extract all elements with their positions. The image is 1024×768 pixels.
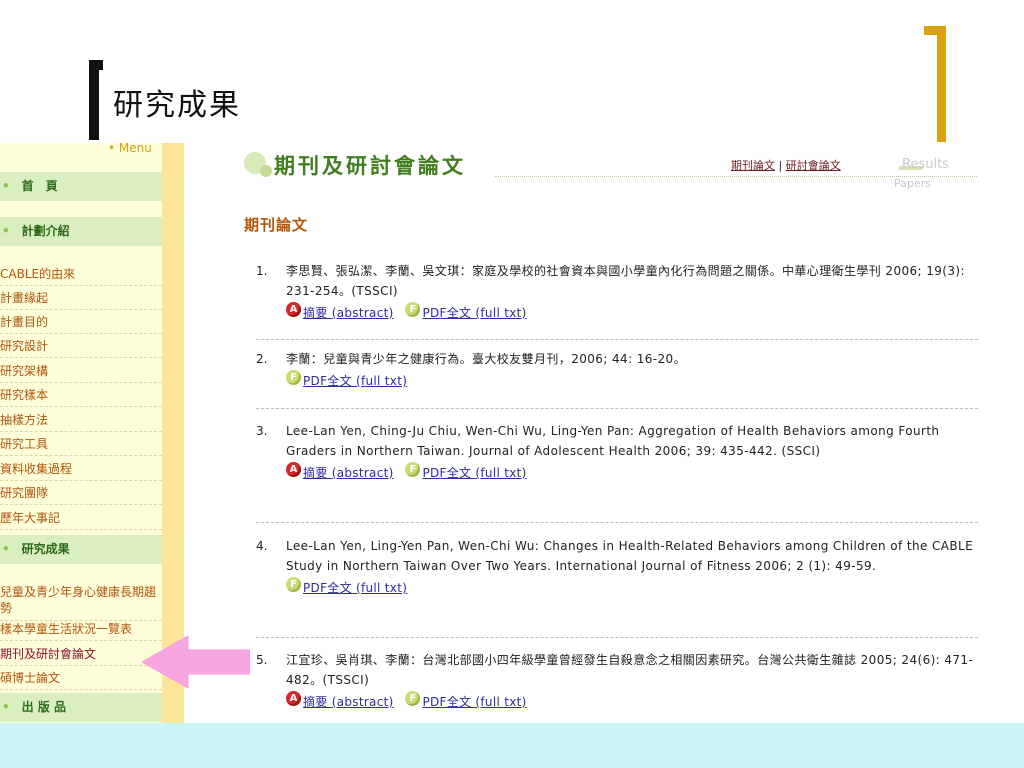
entry-citation: Lee-Lan Yen, Ching-Ju Chiu, Wen-Chi Wu, … [286,424,940,458]
entry-number: 3. [256,424,268,438]
pdf-link[interactable]: PDF全文 (full txt) [422,466,526,480]
sidebar-item-background[interactable]: 計畫緣起 [0,287,162,310]
sidebar-section-label: 計劃介紹 [21,224,70,238]
abstract-icon: A [286,462,301,477]
sidebar-section-results[interactable]: • 研究成果 [0,535,162,564]
paper-entry-4: 4. Lee-Lan Yen, Ling-Yen Pan, Wen-Chi Wu… [256,536,978,600]
paper-entry-5: 5. 江宜珍、吳肖琪、李蘭：台灣北部國小四年級學童曾經發生自殺意念之相關因素研究… [256,650,978,714]
abstract-link[interactable]: 摘要 (abstract) [303,466,394,480]
entry-number: 4. [256,539,268,553]
sidebar-section-publications[interactable]: • 出 版 品 [0,693,162,722]
entry-number: 1. [256,264,268,278]
pointer-arrow-icon [142,636,250,688]
sidebar-item-sample[interactable]: 研究樣本 [0,384,162,407]
paper-entry-3: 3. Lee-Lan Yen, Ching-Ju Chiu, Wen-Chi W… [256,421,978,485]
sidebar-section-label: 出 版 品 [21,700,67,714]
paper-entry-2: 2. 李蘭：兒童與青少年之健康行為。臺大校友雙月刊，2006; 44: 16-2… [256,349,978,393]
sidebar-item-theses[interactable]: 碩博士論文 [0,667,162,690]
entry-divider [256,408,978,409]
papers-label: Papers [894,177,931,190]
entry-number: 5. [256,653,268,667]
fulltext-icon: F [286,577,301,592]
sidebar-item-purpose[interactable]: 計畫目的 [0,311,162,334]
menu-label: • Menu [108,141,152,155]
sidebar-item-cable-origin[interactable]: CABLE的由來 [0,263,162,286]
sidebar-item-sampling[interactable]: 抽樣方法 [0,409,162,432]
sidebar-item-timeline[interactable]: 歷年大事記 [0,507,162,530]
sidebar-item-design[interactable]: 研究設計 [0,335,162,358]
bottom-band [0,723,1024,768]
sidebar-item-data-collection[interactable]: 資料收集過程 [0,458,162,481]
sidebar-item-health-trends[interactable]: 兒童及青少年身心健康長期趨勢 [0,582,162,621]
sidebar-section-home[interactable]: • 首 頁 [0,172,162,201]
results-label: Results [902,157,949,172]
entry-citation: 李思賢、張弘潔、李蘭、吳文琪：家庭及學校的社會資本與國小學童內化行為問題之關係。… [286,264,965,298]
entry-divider [256,339,978,340]
tab-journal-papers[interactable]: 期刊論文 [731,159,775,172]
title-bracket-left [89,60,103,140]
abstract-link[interactable]: 摘要 (abstract) [303,306,394,320]
fulltext-icon: F [405,302,421,317]
pdf-link[interactable]: PDF全文 (full txt) [422,695,526,709]
pdf-link[interactable]: PDF全文 (full txt) [303,581,407,595]
title-decoration-icon [260,165,272,177]
sidebar-item-tools[interactable]: 研究工具 [0,433,162,456]
sidebar-item-student-overview[interactable]: 樣本學童生活狀況一覽表 [0,618,162,641]
sidebar-section-label: 首 頁 [21,179,58,193]
bullet-icon: • [2,542,10,556]
section-heading: 期刊論文 [244,216,309,234]
paper-entry-1: 1. 李思賢、張弘潔、李蘭、吳文琪：家庭及學校的社會資本與國小學童內化行為問題之… [256,261,978,325]
entry-citation: 李蘭：兒童與青少年之健康行為。臺大校友雙月刊，2006; 44: 16-20。 [286,352,686,366]
abstract-icon: A [286,691,301,706]
fulltext-icon: F [286,370,301,385]
page-title: 期刊及研討會論文 [274,154,466,178]
bullet-icon: • [2,224,10,238]
slide-title: 研究成果 [113,88,241,123]
sidebar-item-framework[interactable]: 研究架構 [0,360,162,383]
abstract-icon: A [286,302,301,317]
entry-number: 2. [256,352,268,366]
abstract-link[interactable]: 摘要 (abstract) [303,695,394,709]
sidebar-section-label: 研究成果 [21,542,70,556]
sidebar-item-team[interactable]: 研究團隊 [0,482,162,505]
tab-links: 期刊論文 | 研討會論文 [731,157,841,173]
sidebar-section-plan[interactable]: • 計劃介紹 [0,217,162,246]
pdf-link[interactable]: PDF全文 (full txt) [422,306,526,320]
pdf-link[interactable]: PDF全文 (full txt) [303,374,407,388]
bullet-icon: • [2,179,10,193]
entry-citation: 江宜珍、吳肖琪、李蘭：台灣北部國小四年級學童曾經發生自殺意念之相關因素研究。台灣… [286,653,974,687]
bullet-icon: • [2,700,10,714]
tab-conference-papers[interactable]: 研討會論文 [786,159,841,172]
title-bracket-right [924,26,946,142]
entry-divider [256,637,978,638]
fulltext-icon: F [405,462,421,477]
tab-separator: | [775,159,786,172]
entry-divider [256,522,978,523]
entry-citation: Lee-Lan Yen, Ling-Yen Pan, Wen-Chi Wu: C… [286,539,974,573]
sidebar-item-papers[interactable]: 期刊及研討會論文 [0,643,162,666]
fulltext-icon: F [405,691,421,706]
